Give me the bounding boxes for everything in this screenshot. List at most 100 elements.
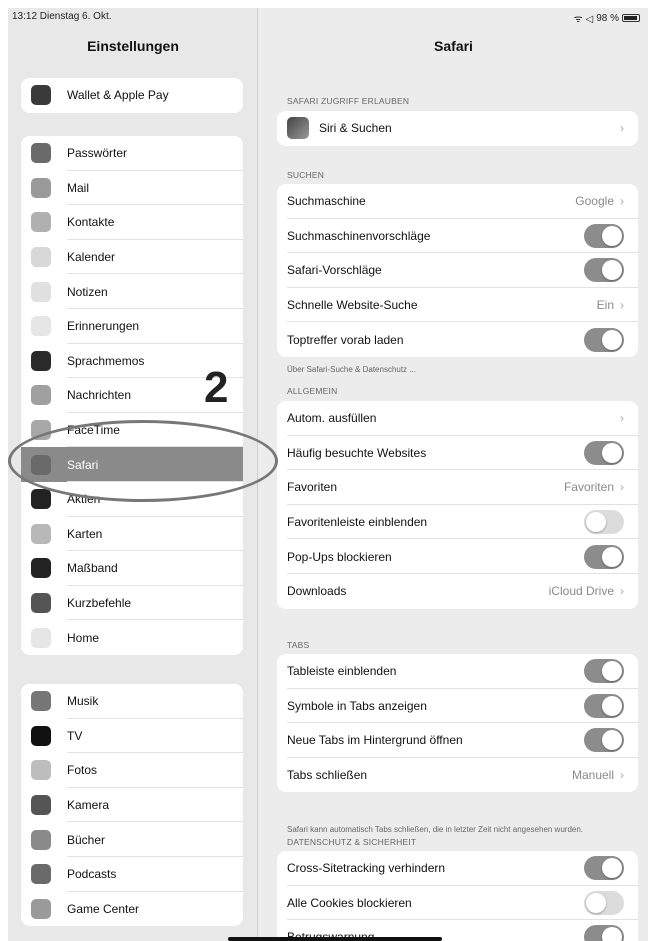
section-header: SUCHEN	[287, 170, 325, 180]
setting-row-safari-vorschläge[interactable]: Safari-Vorschläge	[277, 253, 638, 288]
setting-row-schnelle-website-suche[interactable]: Schnelle Website-Suche Ein ›	[277, 288, 638, 323]
sidebar-item-maßband[interactable]: Maßband	[21, 551, 243, 586]
sidebar-item-home[interactable]: Home	[21, 620, 243, 655]
setting-row-alle-cookies-blockieren[interactable]: Alle Cookies blockieren	[277, 886, 638, 921]
setting-row-favoriten[interactable]: Favoriten Favoriten ›	[277, 470, 638, 505]
calendar-icon	[31, 247, 51, 268]
sidebar-item-fotos[interactable]: Fotos	[21, 753, 243, 788]
setting-row-suchmaschinenvorschläge[interactable]: Suchmaschinenvorschläge	[277, 219, 638, 254]
sidebar-item-bücher[interactable]: Bücher	[21, 822, 243, 857]
settings-group: Autom. ausfüllen › Häufig besuchte Website…	[277, 401, 638, 609]
maps-icon	[31, 523, 51, 544]
settings-group: Siri & Suchen ›	[277, 111, 638, 146]
setting-label: Suchmaschine	[287, 194, 366, 209]
toggle-switch[interactable]	[584, 659, 624, 684]
setting-value: Manuell	[571, 768, 614, 783]
setting-label: Autom. ausfüllen	[287, 411, 377, 426]
sidebar-item-kontakte[interactable]: Kontakte	[21, 205, 243, 240]
chevron-right-icon: ›	[620, 768, 624, 783]
sidebar-item-musik[interactable]: Musik	[21, 684, 243, 719]
annotation-number: 2	[204, 363, 229, 412]
sidebar-item-notizen[interactable]: Notizen	[21, 274, 243, 309]
setting-row-cross-sitetracking-verhindern[interactable]: Cross-Sitetracking verhindern	[277, 851, 638, 886]
toggle-switch[interactable]	[584, 258, 624, 283]
sidebar-group: Musik TV Fotos Kamera Bücher Podcasts Game Cen…	[21, 684, 243, 927]
toggle-switch[interactable]	[584, 223, 624, 248]
podcasts-icon	[31, 864, 51, 885]
voice-memo-icon	[31, 350, 51, 371]
setting-row-siri-suchen[interactable]: Siri & Suchen ›	[277, 111, 638, 146]
settings-group: Tableiste einblenden Symbole in Tabs anze…	[277, 654, 638, 793]
sidebar-item-tv[interactable]: TV	[21, 719, 243, 754]
setting-row-symbole-in-tabs-anzeigen[interactable]: Symbole in Tabs anzeigen	[277, 689, 638, 724]
chevron-right-icon: ›	[620, 411, 624, 426]
sidebar-item-label: Kurzbefehle	[67, 596, 132, 611]
status-time-date: 13:12 Dienstag 6. Okt.	[12, 11, 112, 22]
settings-group: Suchmaschine Google › Suchmaschinenvorschlä…	[277, 184, 638, 357]
sidebar-item-passwörter[interactable]: Passwörter	[21, 136, 243, 171]
shortcuts-icon	[31, 593, 51, 614]
toggle-switch[interactable]	[584, 327, 624, 352]
home-icon	[31, 627, 51, 648]
setting-label: Cross-Sitetracking verhindern	[287, 861, 446, 876]
setting-row-favoritenleiste-einblenden[interactable]: Favoritenleiste einblenden	[277, 505, 638, 540]
toggle-switch[interactable]	[584, 510, 624, 535]
sidebar-item-podcasts[interactable]: Podcasts	[21, 857, 243, 892]
setting-label: Safari-Vorschläge	[287, 263, 382, 278]
setting-label: Suchmaschinenvorschläge	[287, 228, 431, 243]
toggle-switch[interactable]	[584, 544, 624, 569]
toggle-switch[interactable]	[584, 728, 624, 753]
sidebar-item-erinnerungen[interactable]: Erinnerungen	[21, 309, 243, 344]
sidebar-item-mail[interactable]: Mail	[21, 171, 243, 206]
sidebar-item-label: Bücher	[67, 832, 106, 847]
setting-label: Siri & Suchen	[319, 121, 392, 136]
toggle-switch[interactable]	[584, 693, 624, 718]
sidebar-item-kamera[interactable]: Kamera	[21, 788, 243, 823]
setting-row-tabs-schließen[interactable]: Tabs schließen Manuell ›	[277, 758, 638, 793]
page-title: Safari	[434, 38, 473, 54]
sidebar-item-kurzbefehle[interactable]: Kurzbefehle	[21, 586, 243, 621]
section-header: ALLGEMEIN	[287, 386, 338, 396]
sidebar-item-label: Maßband	[67, 561, 118, 576]
measure-icon	[31, 558, 51, 579]
battery-percent: 98 %	[596, 12, 619, 24]
home-indicator[interactable]	[228, 937, 442, 941]
camera-icon	[31, 795, 51, 816]
section-header: DATENSCHUTZ & SICHERHEIT	[287, 837, 417, 847]
toggle-switch[interactable]	[584, 440, 624, 465]
chevron-right-icon: ›	[620, 194, 624, 209]
setting-row-tableiste-einblenden[interactable]: Tableiste einblenden	[277, 654, 638, 689]
setting-row-suchmaschine[interactable]: Suchmaschine Google ›	[277, 184, 638, 219]
wifi-location-icon: ᯤ ◁	[573, 14, 594, 25]
sidebar-item-label: Notizen	[67, 284, 108, 299]
sidebar-item-label: Mail	[67, 180, 90, 195]
toggle-switch[interactable]	[584, 856, 624, 881]
setting-label: Pop-Ups blockieren	[287, 549, 392, 564]
setting-value: iCloud Drive	[548, 584, 614, 599]
setting-row-toptreffer-vorab-laden[interactable]: Toptreffer vorab laden	[277, 322, 638, 357]
sidebar-item-kalender[interactable]: Kalender	[21, 240, 243, 275]
setting-value: Google	[575, 194, 614, 209]
sidebar-item-label: Podcasts	[67, 867, 117, 882]
sidebar-item-wallet-apple-pay[interactable]: Wallet & Apple Pay	[21, 78, 243, 113]
mail-icon	[31, 177, 51, 198]
contacts-icon	[31, 212, 51, 233]
setting-row-pop-ups-blockieren[interactable]: Pop-Ups blockieren	[277, 539, 638, 574]
setting-row-häufig-besuchte-websites[interactable]: Häufig besuchte Websites	[277, 436, 638, 471]
sidebar-item-game-center[interactable]: Game Center	[21, 892, 243, 927]
key-icon	[31, 143, 51, 164]
wallet-icon	[31, 85, 51, 106]
sidebar-item-karten[interactable]: Karten	[21, 517, 243, 552]
music-icon	[31, 691, 51, 712]
setting-label: Symbole in Tabs anzeigen	[287, 698, 427, 713]
settings-group: Cross-Sitetracking verhindern Alle Cookie…	[277, 851, 638, 941]
toggle-switch[interactable]	[584, 890, 624, 915]
section-footer: Über Safari-Suche & Datenschutz ...	[287, 365, 416, 374]
setting-row-neue-tabs-im-hintergrund-öffnen[interactable]: Neue Tabs im Hintergrund öffnen	[277, 723, 638, 758]
toggle-switch[interactable]	[584, 925, 624, 941]
setting-row-downloads[interactable]: Downloads iCloud Drive ›	[277, 574, 638, 609]
safari-settings-pane: Safari SAFARI ZUGRIFF ERLAUBEN Siri & Suc…	[259, 8, 648, 941]
sidebar-item-label: Fotos	[67, 763, 98, 778]
sidebar-title: Einstellungen	[87, 38, 179, 54]
setting-row-autom-ausfüllen[interactable]: Autom. ausfüllen ›	[277, 401, 638, 436]
